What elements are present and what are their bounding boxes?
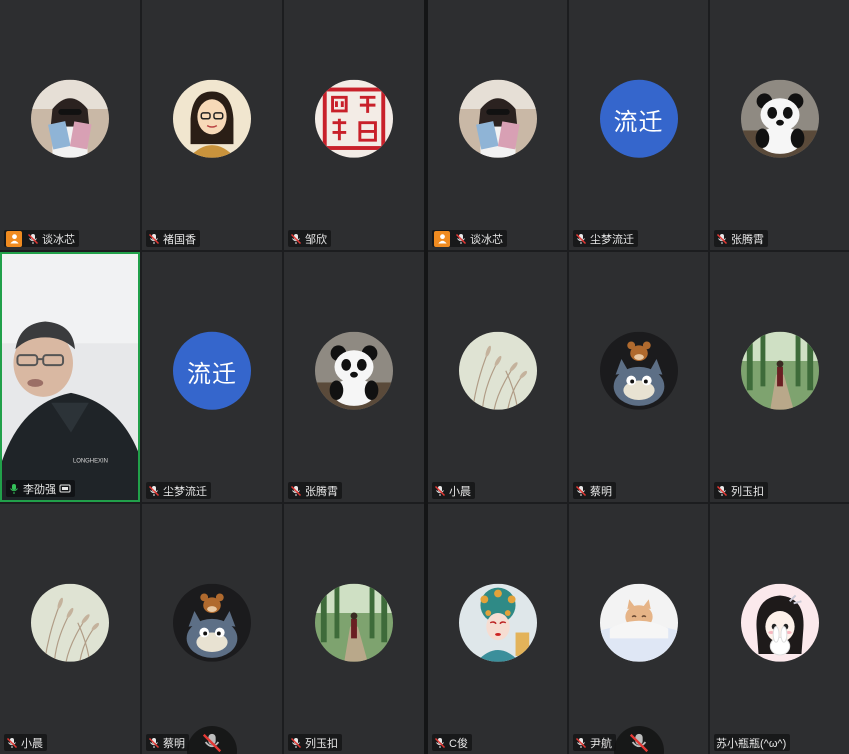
mic-muted-icon: [290, 485, 302, 497]
participant-name-bar: 邹欣: [288, 230, 331, 247]
participant-name: 张腾霄: [731, 233, 764, 246]
participant-name-bar: 列玉扣: [288, 734, 342, 751]
mic-muted-icon: [148, 485, 160, 497]
mic-muted-icon: [629, 733, 648, 753]
participant-name: C俊: [449, 737, 468, 750]
participant-name: 谈冰芯: [470, 233, 503, 246]
cartoon-woman-avatar: [173, 79, 251, 158]
video-grid-right: 谈冰芯 流迁 尘梦流迁 张腾霄 小晨 蔡明 列玉扣 C俊 尹航 苏小瓶瓶(^ω^): [428, 0, 849, 754]
panda-avatar: [740, 79, 819, 158]
participant-tile[interactable]: 小晨: [428, 252, 567, 502]
participant-name-bar: 蔡明: [146, 734, 189, 751]
participant-name-bar: 小晨: [432, 482, 475, 499]
participant-name: 张腾霄: [305, 485, 338, 498]
participant-name-bar: 尘梦流迁: [573, 230, 638, 247]
mic-muted-icon: [575, 485, 587, 497]
mic-muted-icon: [716, 233, 728, 245]
participant-tile[interactable]: 褚国香: [142, 0, 282, 250]
participant-tile[interactable]: 蔡明: [569, 252, 708, 502]
participant-tile[interactable]: 流迁尘梦流迁: [569, 0, 708, 250]
svg-text:LONGHEXIN: LONGHEXIN: [73, 458, 108, 464]
grass-avatar: [458, 331, 537, 410]
participant-tile[interactable]: 苏小瓶瓶(^ω^): [710, 504, 849, 754]
participant-name-bar: C俊: [432, 734, 472, 751]
text-avatar: 流迁: [599, 79, 678, 158]
text-avatar: 流迁: [173, 331, 251, 410]
participant-tile[interactable]: 邹欣: [284, 0, 424, 250]
red-seal-avatar: [315, 79, 393, 158]
mic-muted-icon: [455, 233, 467, 245]
tom-jerry-avatar: [173, 583, 251, 662]
mic-muted-icon: [148, 737, 160, 749]
mic-muted-icon: [148, 233, 160, 245]
forest-path-avatar: [740, 331, 819, 410]
participant-tile[interactable]: 小晨: [0, 504, 140, 754]
participant-name: 尹航: [590, 737, 612, 750]
participant-tile[interactable]: 张腾霄: [284, 252, 424, 502]
participant-tile[interactable]: 蔡明: [142, 504, 282, 754]
screen-share-icon: [59, 483, 71, 495]
participant-name: 邹欣: [305, 233, 327, 246]
tom-jerry-avatar: [599, 331, 678, 410]
mic-muted-icon: [290, 737, 302, 749]
participant-name: 列玉扣: [731, 485, 764, 498]
host-badge-icon: [434, 230, 450, 247]
mute-mic-button[interactable]: [187, 726, 237, 754]
mute-mic-button[interactable]: [613, 726, 664, 754]
photo-selfie-avatar: [31, 79, 109, 158]
participant-name-bar: 尹航: [573, 734, 616, 751]
mic-muted-icon: [27, 233, 39, 245]
participant-name: 小晨: [449, 485, 471, 498]
mic-muted-icon: [434, 737, 446, 749]
participant-name-bar: 苏小瓶瓶(^ω^): [714, 734, 791, 751]
participant-tile[interactable]: 列玉扣: [710, 252, 849, 502]
participant-name: 谈冰芯: [42, 233, 75, 246]
opera-mask-avatar: [458, 583, 537, 662]
participant-name-bar: 李劭强: [6, 480, 75, 497]
mic-muted-icon: [575, 737, 587, 749]
mic-muted-icon: [6, 737, 18, 749]
photo-selfie-avatar: [458, 79, 537, 158]
participant-name-bar: 尘梦流迁: [146, 482, 211, 499]
participant-tile[interactable]: 流迁尘梦流迁: [142, 252, 282, 502]
participant-name: 蔡明: [590, 485, 612, 498]
participant-name: 李劭强: [23, 483, 56, 496]
participant-video-feed: LONGHEXIN: [2, 254, 138, 500]
participant-name: 褚国香: [163, 233, 196, 246]
mic-active-icon: [8, 483, 20, 495]
mic-muted-icon: [716, 485, 728, 497]
mic-muted-icon: [434, 485, 446, 497]
participant-name: 列玉扣: [305, 737, 338, 750]
participant-name: 苏小瓶瓶(^ω^): [716, 737, 787, 750]
video-grid-left: 谈冰芯 褚国香 邹欣 LONGHEXIN 李劭强 流迁 尘梦流迁 张腾霄 小晨 蔡明 列玉扣: [0, 0, 424, 754]
participant-tile[interactable]: 谈冰芯: [428, 0, 567, 250]
participant-name: 尘梦流迁: [163, 485, 207, 498]
participant-tile[interactable]: LONGHEXIN 李劭强: [0, 252, 140, 502]
forest-path-avatar: [315, 583, 393, 662]
mic-muted-icon: [202, 733, 222, 753]
girl-bunny-avatar: [740, 583, 819, 662]
participant-name-bar: 褚国香: [146, 230, 200, 247]
participant-name-bar: 蔡明: [573, 482, 616, 499]
host-badge-icon: [6, 230, 22, 247]
participant-tile[interactable]: 列玉扣: [284, 504, 424, 754]
participant-name-bar: 谈冰芯: [4, 230, 79, 247]
cat-blanket-avatar: [599, 583, 678, 662]
participant-name-bar: 谈冰芯: [432, 230, 507, 247]
participant-name-bar: 列玉扣: [714, 482, 768, 499]
grass-avatar: [31, 583, 109, 662]
participant-name-bar: 小晨: [4, 734, 47, 751]
participant-name: 尘梦流迁: [590, 233, 634, 246]
participant-tile[interactable]: 尹航: [569, 504, 708, 754]
participant-name: 小晨: [21, 737, 43, 750]
participant-tile[interactable]: C俊: [428, 504, 567, 754]
mic-muted-icon: [290, 233, 302, 245]
participant-name: 蔡明: [163, 737, 185, 750]
participant-name-bar: 张腾霄: [288, 482, 342, 499]
participant-name-bar: 张腾霄: [714, 230, 768, 247]
participant-tile[interactable]: 张腾霄: [710, 0, 849, 250]
participant-tile[interactable]: 谈冰芯: [0, 0, 140, 250]
mic-muted-icon: [575, 233, 587, 245]
panda-avatar: [315, 331, 393, 410]
